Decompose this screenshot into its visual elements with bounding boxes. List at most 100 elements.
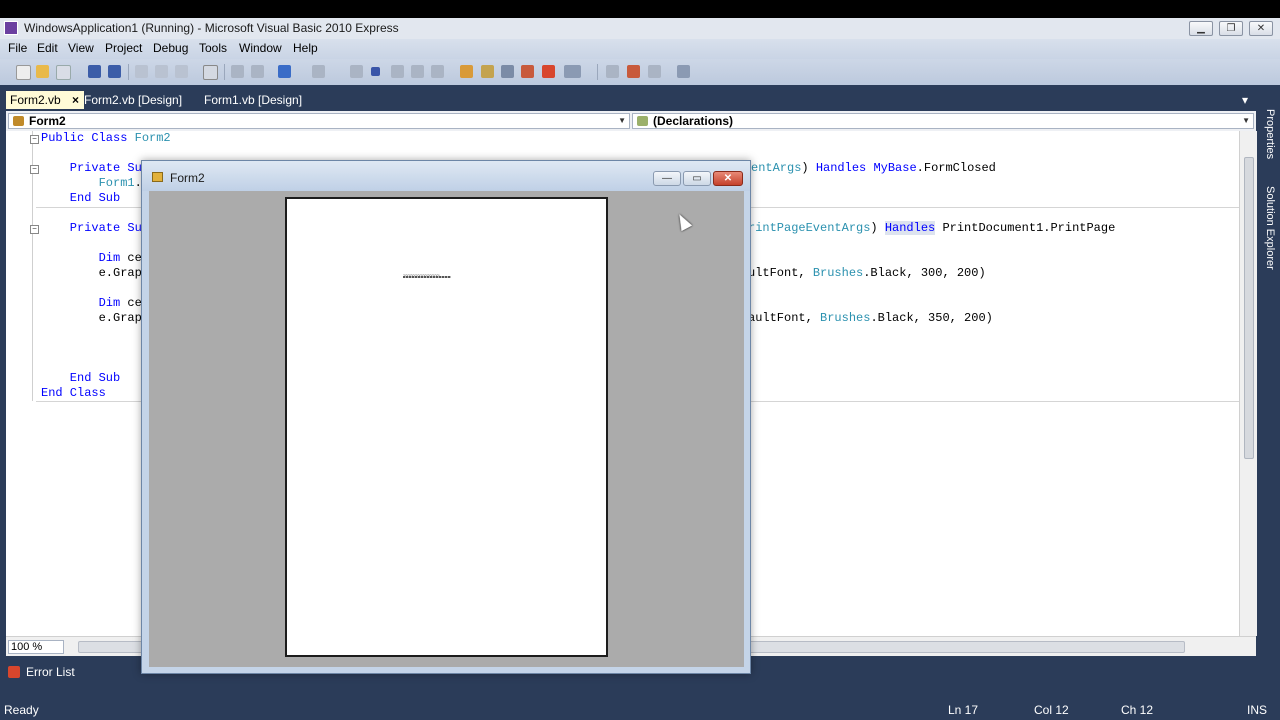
code-line-9: Dim ce <box>98 251 142 265</box>
declarations-icon <box>637 116 648 126</box>
start-page-icon[interactable] <box>627 65 640 78</box>
preview-text-rendering <box>403 276 451 278</box>
new-project-icon[interactable] <box>16 65 31 80</box>
form2-minimize-button[interactable]: — <box>653 171 681 186</box>
menu-file[interactable]: File <box>6 41 29 55</box>
minimize-icon: ▁ <box>1197 23 1205 34</box>
window-title: WindowsApplication1 (Running) - Microsof… <box>24 21 399 35</box>
class-icon <box>13 116 24 126</box>
code-line-1: Public Class Form2 <box>41 131 171 145</box>
code-line-7-right: rintPageEventArgs) Handles PrintDocument… <box>748 221 1116 235</box>
save-icon[interactable] <box>88 65 101 78</box>
zoom-combo[interactable]: 100 % <box>8 640 64 654</box>
undo-icon[interactable] <box>278 65 291 78</box>
tab-form1-design[interactable]: Form1.vb [Design] <box>200 91 306 109</box>
status-text: Ready <box>4 703 39 717</box>
restore-icon: ❐ <box>1226 23 1236 34</box>
dropdown-arrow-icon: ▼ <box>1242 116 1250 125</box>
find-icon[interactable] <box>203 65 218 80</box>
restore-button[interactable]: ❐ <box>1219 21 1243 36</box>
solution-explorer-icon[interactable] <box>460 65 473 78</box>
status-insert-mode: INS <box>1247 703 1268 717</box>
redo-icon[interactable] <box>312 65 325 78</box>
error-list-icon[interactable] <box>542 65 555 78</box>
add-item-icon[interactable] <box>56 65 71 80</box>
code-line-13-right: aultFont, Brushes.Black, 350, 200) <box>748 311 993 325</box>
uncomment-icon[interactable] <box>251 65 264 78</box>
method-name-combo[interactable]: (Declarations) ▼ <box>632 113 1254 129</box>
toolbar-options-icon[interactable] <box>677 65 690 78</box>
copy-icon[interactable] <box>155 65 168 78</box>
side-panel-strip: Properties Solution Explorer <box>1260 91 1280 291</box>
tab-close-icon[interactable]: × <box>72 93 79 107</box>
extension-manager-icon[interactable] <box>648 65 661 78</box>
code-line-17: End Sub <box>41 371 121 385</box>
form-icon <box>152 172 163 182</box>
step-into-icon[interactable] <box>391 65 404 78</box>
code-line-4: Form1.S <box>98 176 149 190</box>
standard-toolbar <box>0 59 1280 85</box>
class-name-combo[interactable]: Form2 ▼ <box>8 113 630 129</box>
save-all-icon[interactable] <box>108 65 121 78</box>
comment-icon[interactable] <box>231 65 244 78</box>
navigate-forward-icon[interactable] <box>606 65 619 78</box>
menu-tools[interactable]: Tools <box>197 41 229 55</box>
status-line: Ln 17 <box>948 703 979 717</box>
solution-explorer-panel-tab[interactable]: Solution Explorer <box>1264 186 1276 270</box>
menu-help[interactable]: Help <box>291 41 320 55</box>
code-line-12: Dim ce1 <box>98 296 150 310</box>
close-icon: ✕ <box>723 173 733 184</box>
cut-icon[interactable] <box>135 65 148 78</box>
code-line-13: e.Graph <box>41 311 150 325</box>
navigation-bar: Form2 ▼ (Declarations) ▼ <box>6 111 1256 132</box>
collapse-class-icon[interactable]: − <box>30 135 39 144</box>
tab-overflow-icon[interactable]: ▾ <box>1238 91 1252 109</box>
error-list-tab[interactable]: Error List <box>26 665 75 679</box>
paste-icon[interactable] <box>175 65 188 78</box>
form2-title: Form2 <box>170 171 205 185</box>
code-line-10-right: ultFont, Brushes.Black, 300, 200) <box>748 266 986 280</box>
close-button[interactable]: ✕ <box>1249 21 1273 36</box>
status-column: Col 12 <box>1034 703 1069 717</box>
tab-form2-design[interactable]: Form2.vb [Design] <box>80 91 186 109</box>
status-bar: Ready Ln 17 Col 12 Ch 12 INS <box>0 700 1280 720</box>
error-list-icon <box>8 666 20 678</box>
code-line-5: End Sub <box>41 191 121 205</box>
vb-app-icon <box>4 21 18 35</box>
properties-panel-tab[interactable]: Properties <box>1264 109 1276 159</box>
menu-edit[interactable]: Edit <box>35 41 60 55</box>
menu-window[interactable]: Window <box>237 41 284 55</box>
step-out-icon[interactable] <box>431 65 444 78</box>
form2-title-bar[interactable]: Form2 — ▭ ✕ <box>142 161 750 191</box>
minimize-button[interactable]: ▁ <box>1189 21 1213 36</box>
print-preview-control[interactable]: ~~~~~~~~~~~~~~~ <box>149 191 744 667</box>
zoom-value: 100 % <box>11 641 43 653</box>
vertical-scrollbar[interactable] <box>1239 131 1257 636</box>
form2-close-button[interactable]: ✕ <box>713 171 743 186</box>
class-combo-value: Form2 <box>29 114 66 128</box>
maximize-icon: ▭ <box>692 173 702 184</box>
collapse-sub-icon[interactable]: − <box>30 165 39 174</box>
code-line-10: e.Graph <box>41 266 150 280</box>
menu-project[interactable]: Project <box>103 41 144 55</box>
minimize-icon: — <box>662 173 672 184</box>
object-browser-icon[interactable] <box>521 65 534 78</box>
toolbox-icon[interactable] <box>501 65 514 78</box>
properties-icon[interactable] <box>481 65 494 78</box>
continue-icon[interactable] <box>350 65 363 78</box>
scroll-thumb[interactable] <box>1244 157 1254 459</box>
method-combo-value: (Declarations) <box>653 114 734 128</box>
menu-view[interactable]: View <box>66 41 96 55</box>
open-file-icon[interactable] <box>36 65 49 78</box>
tab-form2-vb[interactable]: Form2.vb × <box>6 91 84 109</box>
preview-page: ~~~~~~~~~~~~~~~ <box>285 197 608 657</box>
immediate-window-icon[interactable] <box>564 65 581 78</box>
menu-debug[interactable]: Debug <box>151 41 190 55</box>
status-char: Ch 12 <box>1121 703 1154 717</box>
close-icon: ✕ <box>1256 23 1266 34</box>
step-over-icon[interactable] <box>411 65 424 78</box>
dropdown-arrow-icon: ▼ <box>618 116 626 125</box>
collapse-sub-icon[interactable]: − <box>30 225 39 234</box>
form2-maximize-button[interactable]: ▭ <box>683 171 711 186</box>
stop-debugging-icon[interactable] <box>371 67 380 76</box>
